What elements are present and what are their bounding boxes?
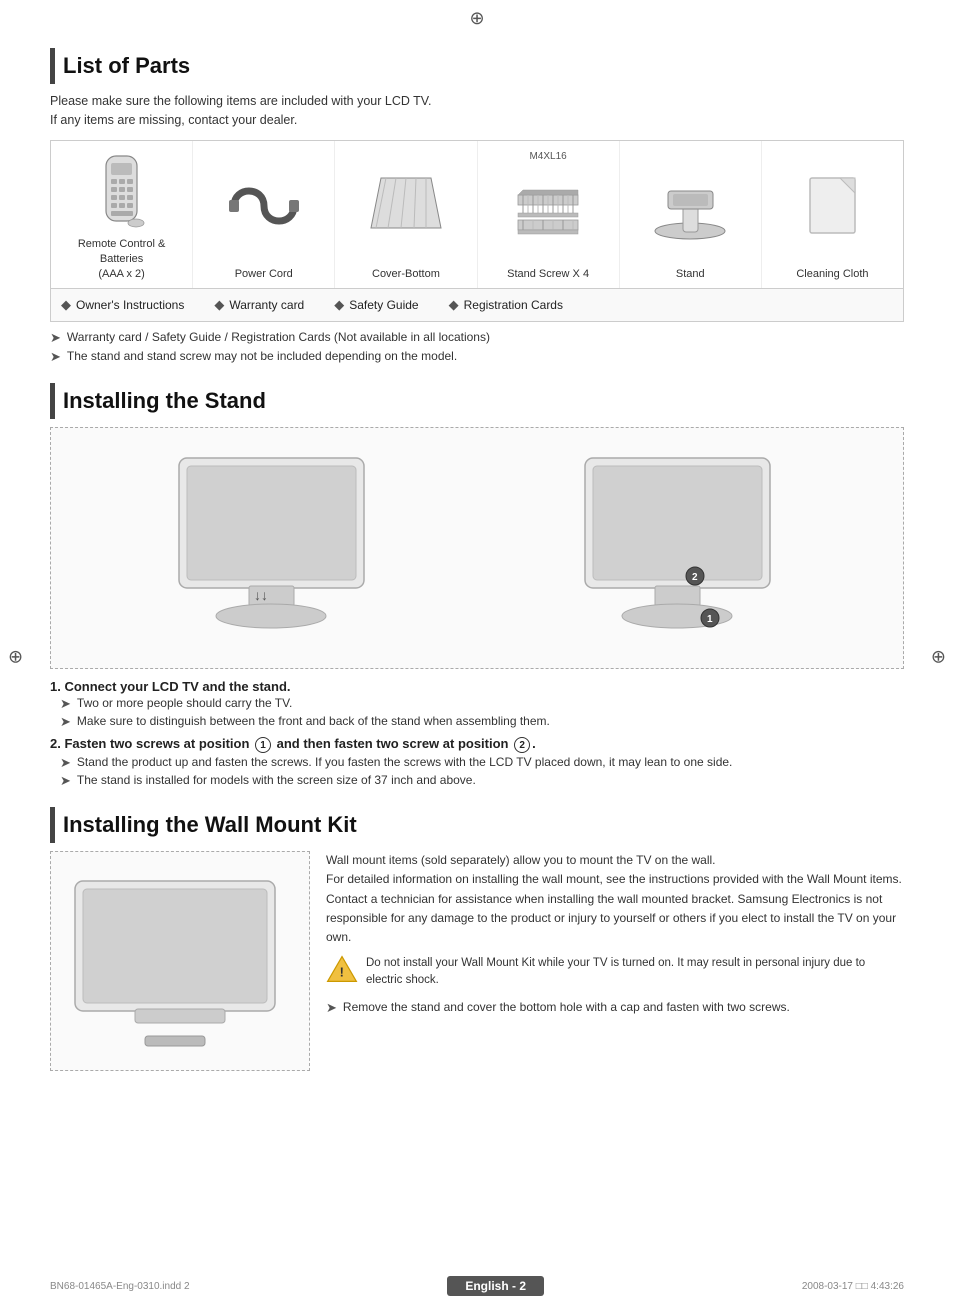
stand-diagram-left: ↓↓: [159, 448, 389, 648]
doc-registration: ◆ Registration Cards: [449, 297, 563, 313]
note-2-text: The stand and stand screw may not be inc…: [67, 349, 457, 363]
note-1: ➤ Warranty card / Safety Guide / Registr…: [50, 330, 904, 346]
installing-stand-header: Installing the Stand: [50, 383, 904, 419]
svg-text:2: 2: [692, 572, 698, 583]
page: ⊕ ⊕ ⊕ List of Parts Please make sure the…: [0, 0, 954, 1314]
power-cord-icon: [224, 151, 304, 262]
note-1-text: Warranty card / Safety Guide / Registrat…: [67, 330, 490, 344]
svg-text:1: 1: [707, 614, 713, 625]
stand-instructions: 1. Connect your LCD TV and the stand. ➤ …: [50, 679, 904, 790]
reg-mark-top: ⊕: [469, 8, 484, 29]
part-remote: Remote Control &Batteries(AAA x 2): [51, 141, 193, 288]
documents-row: ◆ Owner's Instructions ◆ Warranty card ◆…: [51, 289, 903, 321]
circle-2: 2: [514, 737, 530, 753]
part-cover: Cover-Bottom: [335, 141, 477, 288]
note-arrow-2: ➤: [50, 349, 61, 365]
part-cloth-label: Cleaning Cloth: [796, 267, 868, 282]
wall-mount-diagram: ↑: [50, 851, 310, 1071]
footer-filename: BN68-01465A-Eng-0310.indd 2: [50, 1281, 190, 1292]
svg-text:↓↓: ↓↓: [254, 587, 268, 603]
part-stand-label: Stand: [676, 267, 705, 282]
wall-mount-title: Installing the Wall Mount Kit: [63, 812, 357, 838]
step-1: 1. Connect your LCD TV and the stand. ➤ …: [50, 679, 904, 730]
circle-1: 1: [255, 737, 271, 753]
cloth-icon: [805, 151, 860, 262]
stand-diagram-right: 1 2: [565, 448, 795, 648]
cover-icon: [366, 151, 446, 262]
part-power-cord-label: Power Cord: [235, 267, 293, 282]
section-bar-3: [50, 807, 55, 843]
list-of-parts-header: List of Parts: [50, 48, 904, 84]
screw-model: M4XL16: [529, 151, 566, 162]
step-2-sub-1: ➤ Stand the product up and fasten the sc…: [60, 755, 904, 771]
stand-diagram: ↓↓ 1 2: [50, 427, 904, 669]
wall-mount-text-block: Wall mount items (sold separately) allow…: [326, 851, 904, 1071]
warning-icon: !: [326, 955, 358, 983]
wall-mount-desc: Wall mount items (sold separately) allow…: [326, 851, 904, 947]
screw-icon: [513, 164, 583, 262]
remove-note: ➤ Remove the stand and cover the bottom …: [326, 998, 904, 1019]
step-1-text: Connect your LCD TV and the stand.: [64, 679, 290, 694]
doc-warranty-label: Warranty card: [229, 298, 304, 312]
part-cloth: Cleaning Cloth: [762, 141, 903, 288]
doc-safety-label: Safety Guide: [349, 298, 418, 312]
parts-notes: ➤ Warranty card / Safety Guide / Registr…: [50, 330, 904, 365]
section-bar-2: [50, 383, 55, 419]
bullet-owners: ◆: [61, 297, 71, 313]
reg-mark-right: ⊕: [931, 647, 946, 668]
intro-text: Please make sure the following items are…: [50, 92, 904, 130]
warning-text: Do not install your Wall Mount Kit while…: [366, 955, 904, 990]
part-cover-label: Cover-Bottom: [372, 267, 440, 282]
bullet-warranty: ◆: [214, 297, 224, 313]
parts-table: Remote Control &Batteries(AAA x 2) Power…: [50, 140, 904, 322]
step-1-sub-2: ➤ Make sure to distinguish between the f…: [60, 714, 904, 730]
step-2-sub-2: ➤ The stand is installed for models with…: [60, 773, 904, 789]
svg-text:!: !: [340, 965, 344, 980]
wall-mount-section: ↑ Wall mount items (sold separately) all…: [50, 851, 904, 1071]
part-remote-label: Remote Control &Batteries(AAA x 2): [78, 237, 165, 283]
step-2-num: 2.: [50, 736, 64, 751]
section-bar: [50, 48, 55, 84]
doc-owners: ◆ Owner's Instructions: [61, 297, 184, 313]
installing-stand-title: Installing the Stand: [63, 388, 266, 414]
wall-mount-header: Installing the Wall Mount Kit: [50, 807, 904, 843]
step-2-text: Fasten two screws at position 1 and then…: [64, 736, 535, 751]
doc-registration-label: Registration Cards: [464, 298, 563, 312]
stand-icon: [653, 151, 728, 262]
step-1-sub-1: ➤ Two or more people should carry the TV…: [60, 696, 904, 712]
step-2: 2. Fasten two screws at position 1 and t…: [50, 736, 904, 790]
doc-warranty: ◆ Warranty card: [214, 297, 304, 313]
bullet-safety: ◆: [334, 297, 344, 313]
doc-owners-label: Owner's Instructions: [76, 298, 184, 312]
warning-box: ! Do not install your Wall Mount Kit whi…: [326, 955, 904, 990]
list-of-parts-title: List of Parts: [63, 53, 190, 79]
part-stand: Stand: [620, 141, 762, 288]
step-1-num: 1.: [50, 679, 64, 694]
footer-date: 2008-03-17 □□ 4:43:26: [802, 1281, 904, 1292]
remote-icon: [94, 151, 149, 231]
note-arrow-1: ➤: [50, 330, 61, 346]
part-power-cord: Power Cord: [193, 141, 335, 288]
doc-safety: ◆ Safety Guide: [334, 297, 418, 313]
parts-icons-row: Remote Control &Batteries(AAA x 2) Power…: [51, 141, 903, 289]
reg-mark-left: ⊕: [8, 647, 23, 668]
page-footer: BN68-01465A-Eng-0310.indd 2 English - 2 …: [0, 1276, 954, 1296]
remove-note-text: Remove the stand and cover the bottom ho…: [343, 998, 790, 1017]
remove-note-arrow: ➤: [326, 998, 337, 1019]
part-screw-label: Stand Screw X 4: [507, 267, 589, 282]
part-screw: M4XL16: [478, 141, 620, 288]
bullet-registration: ◆: [449, 297, 459, 313]
footer-page-label: English - 2: [447, 1276, 544, 1296]
note-2: ➤ The stand and stand screw may not be i…: [50, 349, 904, 365]
